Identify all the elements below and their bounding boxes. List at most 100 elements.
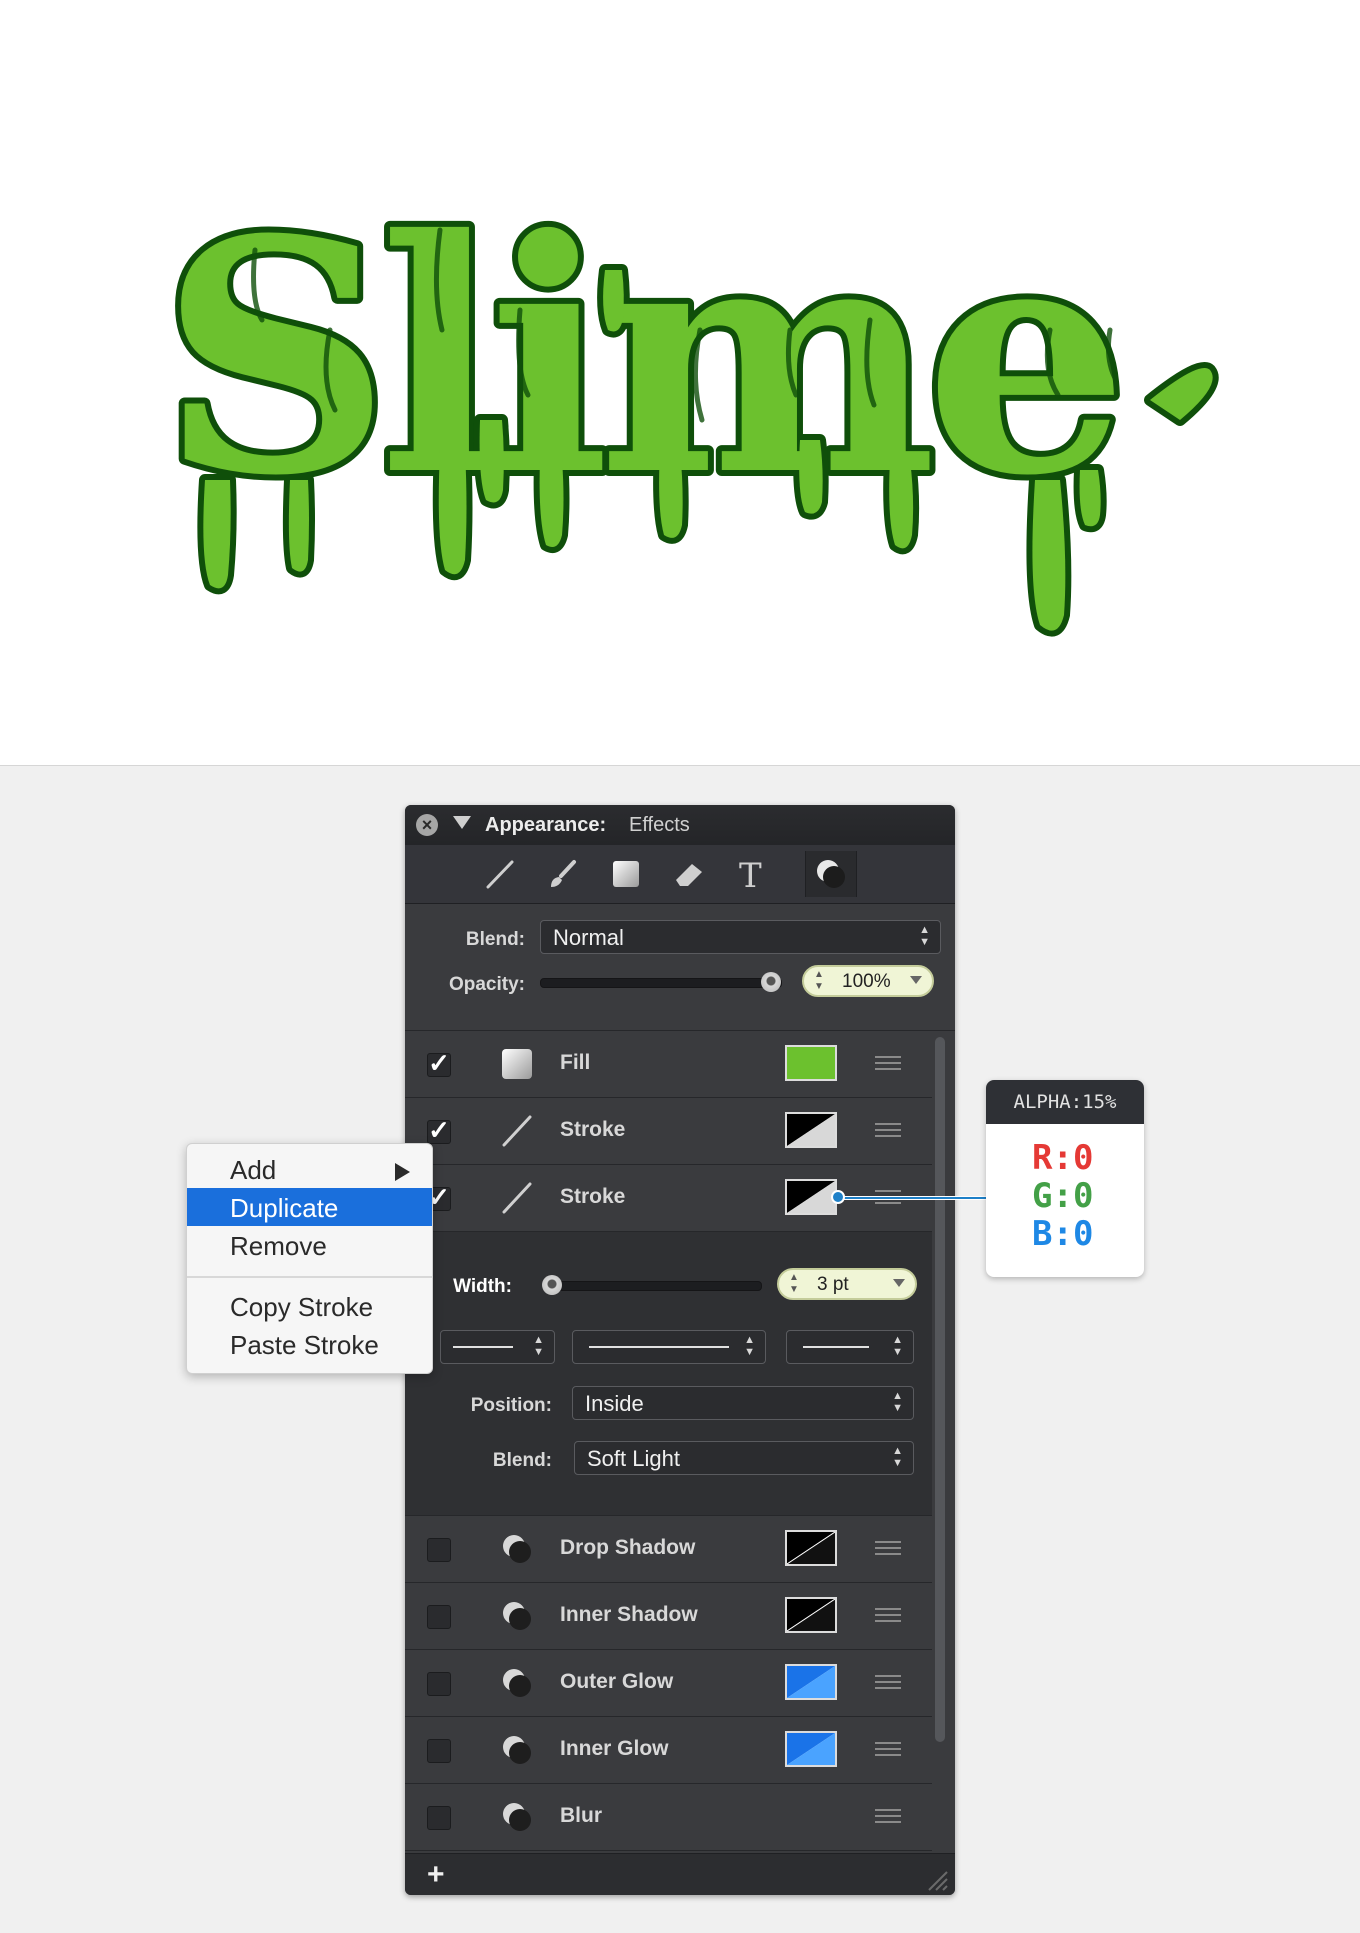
scrollbar[interactable] — [935, 1037, 945, 1742]
line-end-select[interactable]: ▲ ▼ — [786, 1330, 914, 1364]
brush-tool-icon[interactable] — [538, 851, 588, 897]
menu-item-label: Remove — [230, 1231, 327, 1261]
stroke-line-icon — [502, 1115, 532, 1147]
menu-item-add[interactable]: Add — [187, 1150, 432, 1188]
menu-item-label: Duplicate — [230, 1193, 339, 1223]
drag-handle-icon[interactable] — [875, 1809, 901, 1827]
effects-icon — [503, 1803, 531, 1831]
resize-grip-icon[interactable] — [925, 1868, 949, 1892]
artboard: Slime Slime — [0, 0, 1360, 766]
fill-row[interactable]: ✓ Fill — [405, 1031, 932, 1098]
svg-text:T: T — [739, 857, 762, 891]
context-menu: Add Duplicate Remove Copy Stroke Paste S… — [186, 1143, 433, 1374]
panel-title: Appearance: — [485, 814, 607, 836]
disclosure-triangle-icon[interactable] — [453, 816, 471, 829]
effects-icon — [503, 1669, 531, 1697]
drag-handle-icon[interactable] — [875, 1541, 901, 1559]
drop-shadow-label: Drop Shadow — [560, 1536, 696, 1559]
inner-shadow-row[interactable]: Inner Shadow — [405, 1583, 932, 1650]
select-arrows-icon: ▲ ▼ — [892, 1334, 903, 1358]
stroke-label: Stroke — [560, 1185, 626, 1208]
drop-shadow-color-swatch[interactable] — [785, 1530, 837, 1566]
drag-handle-icon[interactable] — [875, 1123, 901, 1141]
chevron-down-icon[interactable] — [893, 1279, 905, 1287]
appearance-panel: × Appearance: Effects T Blend: Normal ▲ ▼… — [405, 805, 955, 1895]
position-select[interactable]: Inside ▲ ▼ — [572, 1386, 914, 1420]
opacity-stepper[interactable]: ▲ ▼ 100% — [802, 965, 934, 997]
drag-handle-icon[interactable] — [875, 1675, 901, 1693]
fill-checkbox[interactable]: ✓ — [427, 1050, 451, 1077]
appearance-settings: Blend: Normal ▲ ▼ Opacity: ▲ ▼ 100% — [405, 904, 955, 1031]
stroke-line-icon — [502, 1182, 532, 1214]
position-label: Position: — [470, 1395, 552, 1416]
width-slider-knob[interactable] — [542, 1275, 562, 1295]
square-tool-icon[interactable] — [601, 851, 651, 897]
inner-glow-row[interactable]: Inner Glow — [405, 1717, 932, 1784]
stroke-row[interactable]: ✓ Stroke — [405, 1098, 932, 1165]
chevron-down-icon[interactable] — [910, 976, 922, 984]
inner-glow-checkbox[interactable] — [427, 1739, 451, 1763]
blur-checkbox[interactable] — [427, 1806, 451, 1830]
blend-select[interactable]: Normal ▲ ▼ — [540, 920, 941, 954]
drag-handle-icon[interactable] — [875, 1608, 901, 1626]
inner-glow-color-swatch[interactable] — [785, 1731, 837, 1767]
drop-shadow-row[interactable]: Drop Shadow — [405, 1516, 932, 1583]
callout-anchor-dot — [831, 1190, 845, 1204]
menu-separator — [187, 1276, 432, 1278]
stroke-checkbox[interactable]: ✓ — [427, 1117, 451, 1144]
line-tool-icon[interactable] — [475, 851, 525, 897]
select-arrows-icon: ▲ ▼ — [919, 924, 930, 948]
callout-connector — [840, 1196, 986, 1200]
menu-item-duplicate[interactable]: Duplicate — [187, 1188, 432, 1226]
stepper-arrows-icon[interactable]: ▲ ▼ — [789, 1272, 799, 1296]
blur-label: Blur — [560, 1804, 602, 1827]
inner-shadow-checkbox[interactable] — [427, 1605, 451, 1629]
fill-label: Fill — [560, 1051, 591, 1074]
select-arrows-icon: ▲ ▼ — [892, 1390, 903, 1414]
submenu-arrow-icon — [395, 1163, 410, 1181]
color-callout: ALPHA:15% R:0 G:0 B:0 — [986, 1080, 1144, 1277]
select-arrows-icon: ▲ ▼ — [744, 1334, 755, 1358]
inner-shadow-color-swatch[interactable] — [785, 1597, 837, 1633]
outer-glow-checkbox[interactable] — [427, 1672, 451, 1696]
menu-item-paste-stroke[interactable]: Paste Stroke — [187, 1325, 432, 1363]
blue-value: B:0 — [1032, 1214, 1094, 1254]
menu-item-remove[interactable]: Remove — [187, 1226, 432, 1264]
text-tool-icon[interactable]: T — [727, 851, 777, 897]
stroke-blend-select[interactable]: Soft Light ▲ ▼ — [574, 1441, 914, 1475]
panel-subtitle: Effects — [629, 814, 690, 836]
line-start-select[interactable]: ▲ ▼ — [440, 1330, 555, 1364]
stepper-arrows-icon[interactable]: ▲ ▼ — [814, 969, 824, 993]
stroke-color-swatch[interactable] — [785, 1112, 837, 1148]
blur-row[interactable]: Blur — [405, 1784, 932, 1851]
blend-label: Blend: — [465, 929, 525, 950]
opacity-slider-knob[interactable] — [761, 972, 781, 992]
appearance-toolbar: T — [405, 845, 955, 904]
opacity-slider[interactable] — [540, 978, 782, 988]
outer-glow-color-swatch[interactable] — [785, 1664, 837, 1700]
fill-square-icon — [502, 1049, 532, 1079]
width-stepper[interactable]: ▲ ▼ 3 pt — [777, 1268, 917, 1300]
effects-tool-icon[interactable] — [805, 851, 857, 897]
green-value: G:0 — [1032, 1176, 1094, 1216]
position-value: Inside — [585, 1391, 644, 1416]
add-button[interactable]: + — [427, 1858, 445, 1892]
eraser-tool-icon[interactable] — [664, 851, 714, 897]
menu-item-copy-stroke[interactable]: Copy Stroke — [187, 1287, 432, 1325]
outer-glow-row[interactable]: Outer Glow — [405, 1650, 932, 1717]
width-slider[interactable] — [542, 1281, 762, 1291]
fill-color-swatch[interactable] — [785, 1045, 837, 1081]
dash-style-select[interactable]: ▲ ▼ — [572, 1330, 766, 1364]
panel-titlebar: × Appearance: Effects — [405, 805, 955, 845]
menu-item-label: Copy Stroke — [230, 1292, 374, 1322]
stroke-blend-label: Blend: — [492, 1450, 552, 1471]
stroke-settings: Width: ▲ ▼ 3 pt ▲ ▼ ▲ ▼ ▲ ▼ Position: In… — [405, 1232, 932, 1516]
inner-shadow-label: Inner Shadow — [560, 1603, 698, 1626]
stroke-blend-value: Soft Light — [587, 1446, 680, 1471]
close-icon[interactable]: × — [416, 814, 438, 836]
drag-handle-icon[interactable] — [875, 1742, 901, 1760]
drag-handle-icon[interactable] — [875, 1056, 901, 1074]
drop-shadow-checkbox[interactable] — [427, 1538, 451, 1562]
line-cap-icon — [453, 1346, 513, 1348]
stroke-color-swatch[interactable] — [785, 1179, 837, 1215]
